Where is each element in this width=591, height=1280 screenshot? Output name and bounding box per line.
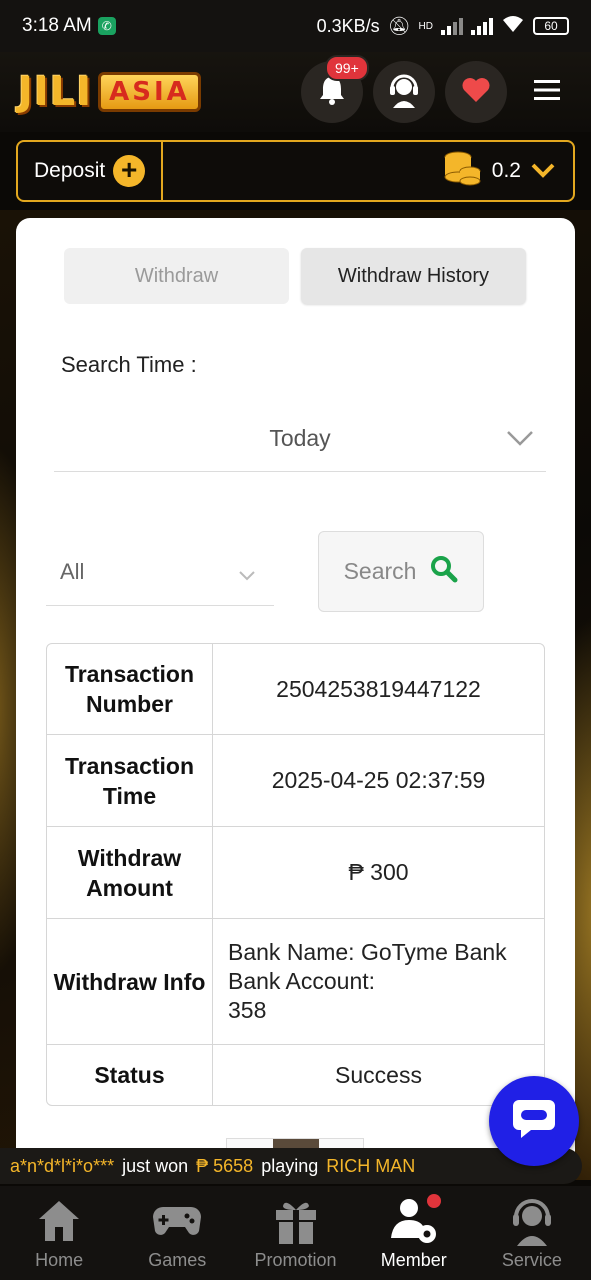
- deposit-button[interactable]: Deposit +: [18, 142, 164, 200]
- transaction-time-value: 2025-04-25 02:37:59: [213, 735, 544, 827]
- transaction-number-value: 2504253819447122: [213, 644, 544, 735]
- tab-withdraw[interactable]: Withdraw: [64, 248, 289, 304]
- status-value: Success: [335, 1061, 422, 1088]
- chevron-down-icon: [531, 158, 555, 184]
- balance-toggle[interactable]: 0.2: [442, 149, 573, 193]
- ticker-user: a*n*d*l*i*o***: [10, 1155, 115, 1176]
- heart-icon: [461, 77, 491, 108]
- chat-bubble-icon: [511, 1097, 557, 1146]
- logo-jili: JILI: [18, 69, 93, 115]
- bank-account-number: 358: [228, 997, 267, 1023]
- home-icon: [35, 1192, 83, 1250]
- table-row: Withdraw Info Bank Name: GoTyme Bank Ban…: [47, 919, 544, 1045]
- search-button[interactable]: Search: [318, 531, 484, 612]
- notification-button[interactable]: 99+: [301, 55, 369, 123]
- table-row: Status Success: [47, 1045, 544, 1105]
- wifi-icon: [501, 14, 525, 39]
- support-agent-icon: [387, 72, 421, 113]
- status-bar: 3:18 AM ✆ 0.3KB/s 🔕︎ HD 60: [0, 0, 591, 52]
- table-row: Withdraw Amount ₱ 300: [47, 827, 544, 919]
- wallet-bar: Deposit + 0.2: [16, 140, 575, 202]
- time-range-value: Today: [269, 425, 331, 451]
- ticker-text-won: just won: [122, 1155, 189, 1176]
- withdraw-amount-label: Withdraw Amount: [47, 827, 213, 919]
- clock: 3:18 AM: [22, 15, 92, 36]
- nav-games-label: Games: [148, 1250, 207, 1270]
- nav-promotion-label: Promotion: [254, 1250, 337, 1270]
- type-filter-value: All: [60, 558, 85, 584]
- transaction-number-label: Transaction Number: [47, 644, 213, 735]
- headset-icon: [509, 1192, 555, 1250]
- table-row: Transaction Time 2025-04-25 02:37:59: [47, 735, 544, 827]
- nav-home[interactable]: Home: [0, 1186, 118, 1280]
- menu-button[interactable]: [517, 62, 577, 122]
- nav-service[interactable]: Service: [473, 1186, 591, 1280]
- search-label: Search: [343, 558, 417, 584]
- tab-withdraw-history[interactable]: Withdraw History: [301, 248, 526, 304]
- table-row: Transaction Number 2504253819447122: [47, 644, 544, 735]
- bottom-nav: Home Games Promotion Member Service: [0, 1186, 591, 1280]
- net-speed: 0.3KB/s: [316, 15, 380, 36]
- ticker-amount: ₱ 5658: [196, 1155, 254, 1176]
- transaction-time-label: Transaction Time: [47, 735, 213, 827]
- type-filter-select[interactable]: All: [46, 538, 274, 606]
- nav-games[interactable]: Games: [118, 1186, 236, 1280]
- battery-icon: 60: [533, 17, 569, 35]
- notification-badge: 99+: [325, 55, 369, 81]
- chevron-down-icon: [506, 426, 534, 453]
- signal-icon: [441, 17, 463, 35]
- withdraw-info-label: Withdraw Info: [47, 919, 213, 1045]
- balance-value: 0.2: [491, 159, 521, 182]
- nav-promotion[interactable]: Promotion: [236, 1186, 354, 1280]
- jili-asia-logo[interactable]: JILI ASIA: [18, 69, 201, 115]
- whatsapp-icon: ✆: [97, 17, 116, 35]
- search-icon: [430, 555, 458, 589]
- member-notification-dot: [426, 1194, 441, 1208]
- winner-ticker: a*n*d*l*i*o*** just won ₱ 5658 playing R…: [0, 1148, 582, 1184]
- bank-name: Bank Name: GoTyme Bank: [228, 939, 507, 965]
- chevron-down-icon: [238, 562, 256, 588]
- hamburger-icon: [534, 79, 560, 106]
- support-button[interactable]: [373, 61, 435, 123]
- favorites-button[interactable]: [445, 61, 507, 123]
- ticker-text-playing: playing: [261, 1155, 319, 1176]
- plus-icon: +: [113, 155, 146, 187]
- deposit-label: Deposit: [34, 159, 106, 182]
- signal-icon-2: [471, 17, 493, 35]
- hd-label: HD: [418, 20, 433, 32]
- nav-member-label: Member: [380, 1250, 447, 1270]
- nav-home-label: Home: [35, 1250, 84, 1270]
- app-header: JILI ASIA 99+: [0, 52, 591, 132]
- coins-icon: [442, 149, 482, 193]
- withdraw-info-value: Bank Name: GoTyme Bank Bank Account: 358: [213, 919, 544, 1045]
- tab-bar: Withdraw Withdraw History: [64, 248, 526, 304]
- withdraw-amount-value: ₱ 300: [213, 827, 544, 919]
- gift-icon: [273, 1192, 319, 1250]
- live-chat-button[interactable]: [489, 1076, 579, 1166]
- nav-service-label: Service: [501, 1250, 562, 1270]
- ticker-game: RICH MAN: [326, 1155, 416, 1176]
- gamepad-icon: [151, 1192, 203, 1250]
- time-range-select[interactable]: Today: [54, 406, 546, 472]
- transaction-table: Transaction Number 2504253819447122 Tran…: [46, 643, 545, 1106]
- withdraw-history-card: Withdraw Withdraw History Search Time : …: [16, 218, 575, 1179]
- logo-asia: ASIA: [98, 72, 201, 112]
- status-label: Status: [47, 1045, 213, 1105]
- nav-member[interactable]: Member: [355, 1186, 473, 1280]
- bank-account-label: Bank Account:: [228, 968, 376, 994]
- search-time-label: Search Time :: [61, 352, 197, 377]
- mute-icon: 🔕︎: [387, 15, 411, 36]
